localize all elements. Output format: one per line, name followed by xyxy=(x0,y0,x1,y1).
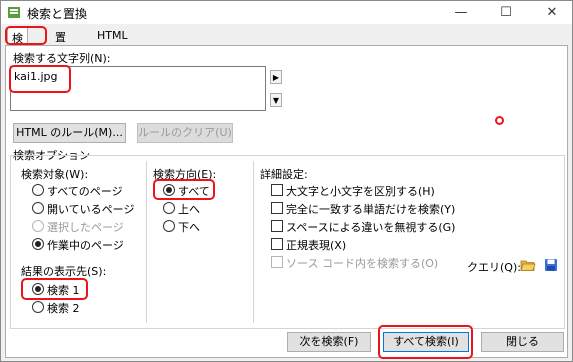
divider-2 xyxy=(253,161,254,323)
find-next-button[interactable]: 次を検索(F) xyxy=(287,332,371,352)
target-selected-pages-label: 選択したページ xyxy=(47,221,124,234)
radio-selected-icon xyxy=(32,283,44,295)
results-target-label: 結果の表示先(S): xyxy=(21,265,107,278)
query-label: クエリ(Q): xyxy=(467,261,521,274)
tab-html-tag[interactable]: HTML タグ xyxy=(93,27,132,57)
checkbox-icon xyxy=(271,238,283,250)
checkbox-icon xyxy=(271,256,283,268)
target-open-pages-label: 開いているページ xyxy=(47,203,135,216)
divider-1 xyxy=(146,161,147,323)
direction-down-label: 下へ xyxy=(178,221,200,234)
ignore-whitespace-label: スペースによる違いを無視する(G) xyxy=(286,221,456,234)
radio-selected-icon xyxy=(163,184,175,196)
radio-icon xyxy=(163,220,175,232)
open-folder-icon[interactable] xyxy=(520,258,536,272)
tab-search[interactable]: 検索 xyxy=(7,27,28,61)
maximize-button[interactable]: ☐ xyxy=(489,1,523,24)
direction-all-label: すべて xyxy=(178,185,210,198)
radio-icon xyxy=(32,184,44,196)
radio-icon xyxy=(32,202,44,214)
window-title: 検索と置換 xyxy=(27,7,88,21)
results-search-2-label: 検索 2 xyxy=(47,302,80,315)
radio-icon xyxy=(163,202,175,214)
html-rules-button[interactable]: HTML のルール(M)... xyxy=(13,123,126,143)
checkbox-icon xyxy=(271,202,283,214)
search-string-label: 検索する文字列(N): xyxy=(13,52,111,65)
radio-icon xyxy=(32,301,44,313)
checkbox-icon xyxy=(271,184,283,196)
find-all-button[interactable]: すべて検索(I) xyxy=(383,332,469,352)
minimize-button[interactable]: — xyxy=(444,1,478,24)
insert-menu-button[interactable]: ▶ xyxy=(270,70,282,84)
target-current-page-label: 作業中のページ xyxy=(47,239,124,252)
whole-word-label: 完全に一致する単語だけを検索(Y) xyxy=(286,203,456,216)
app-icon xyxy=(8,7,20,18)
source-code-label: ソース コード内を検索する(O) xyxy=(286,257,439,270)
search-string-input[interactable]: kai1.jpg xyxy=(10,66,266,111)
direction-label: 検索方向(E): xyxy=(153,168,217,181)
search-string-value: kai1.jpg xyxy=(14,70,58,83)
close-button[interactable]: 閉じる xyxy=(481,332,564,352)
close-window-button[interactable]: ✕ xyxy=(535,1,569,24)
results-search-1-label: 検索 1 xyxy=(47,284,80,297)
match-case-label: 大文字と小文字を区別する(H) xyxy=(286,185,435,198)
radio-selected-icon xyxy=(32,238,44,250)
checkbox-icon xyxy=(271,220,283,232)
history-dropdown-button[interactable]: ▼ xyxy=(270,93,282,107)
tab-replace[interactable]: 置換 xyxy=(51,27,70,60)
details-label: 詳細設定: xyxy=(260,168,308,181)
search-target-label: 検索対象(W): xyxy=(21,168,89,181)
regex-label: 正規表現(X) xyxy=(286,239,347,252)
title-bar: 検索と置換 — ☐ ✕ xyxy=(1,1,572,24)
cursor-marker xyxy=(495,116,504,125)
find-replace-dialog: 検索と置換 — ☐ ✕ 検索 置換 HTML タグ 検索する文字列(N): ka… xyxy=(0,0,573,362)
target-all-pages-label: すべてのページ xyxy=(47,185,123,198)
clear-rules-button[interactable]: ルールのクリア(U) xyxy=(137,123,233,143)
direction-up-label: 上へ xyxy=(178,203,200,216)
radio-icon xyxy=(32,220,44,232)
save-icon[interactable] xyxy=(544,258,558,272)
